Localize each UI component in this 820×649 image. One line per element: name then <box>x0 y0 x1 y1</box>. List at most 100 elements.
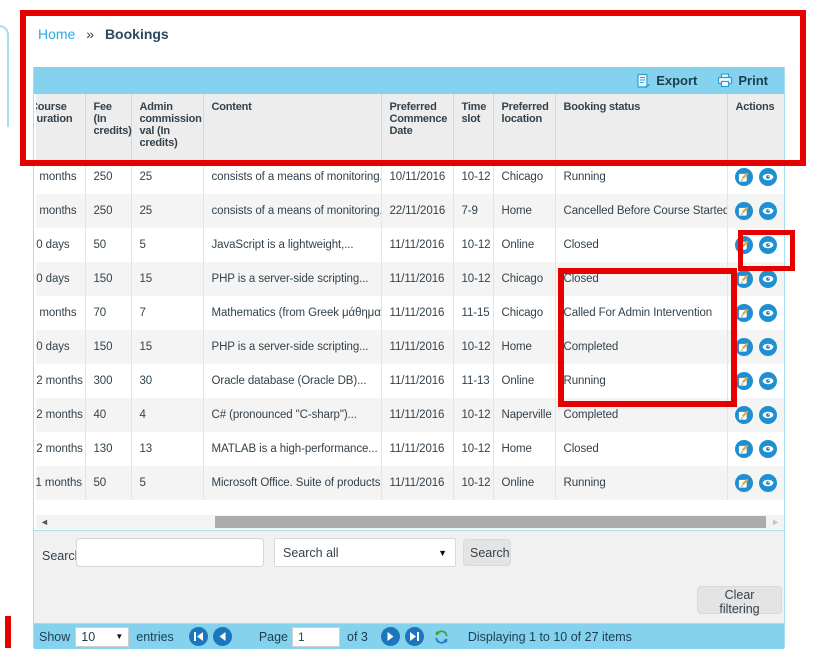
cell-actions <box>727 466 784 500</box>
edit-booking-button[interactable] <box>735 168 753 186</box>
cell-actions <box>727 330 784 364</box>
column-header-actions: Actions <box>727 94 784 160</box>
cell-admin-commission: 15 <box>131 330 203 364</box>
cell-location: Chicago <box>493 160 555 194</box>
breadcrumb-home-link[interactable]: Home <box>38 26 75 42</box>
edit-icon <box>738 172 749 183</box>
edit-booking-button[interactable] <box>735 338 753 356</box>
first-page-button[interactable] <box>189 627 208 646</box>
table-row: 12 months 40 4 C# (pronounced "C-sharp")… <box>36 398 784 432</box>
table-row: 6 months 250 25 consists of a means of m… <box>36 194 784 228</box>
view-booking-button[interactable] <box>759 304 777 322</box>
cell-content: PHP is a server-side scripting... <box>203 330 381 364</box>
cell-actions <box>727 262 784 296</box>
table-body: 6 months 250 25 consists of a means of m… <box>36 160 784 500</box>
view-booking-button[interactable] <box>759 474 777 492</box>
view-booking-button[interactable] <box>759 202 777 220</box>
scrollbar-thumb[interactable] <box>215 516 766 528</box>
print-button[interactable]: Print <box>717 73 768 88</box>
view-booking-button[interactable] <box>759 406 777 424</box>
cell-duration: 6 months <box>36 194 85 228</box>
page-size-select[interactable]: 10 ▼ <box>75 627 129 647</box>
cell-commence-date: 22/11/2016 <box>381 194 453 228</box>
eye-icon <box>762 444 774 454</box>
cell-booking-status: Closed <box>555 262 727 296</box>
cell-commence-date: 11/11/2016 <box>381 466 453 500</box>
scroll-right-arrow-icon[interactable]: ► <box>771 516 780 528</box>
search-filter-select[interactable]: Search all ▼ <box>274 538 456 567</box>
cell-actions <box>727 364 784 398</box>
edit-booking-button[interactable] <box>735 236 753 254</box>
cell-fee: 300 <box>85 364 131 398</box>
export-icon <box>636 73 651 89</box>
edit-booking-button[interactable] <box>735 304 753 322</box>
cell-fee: 150 <box>85 262 131 296</box>
edit-booking-button[interactable] <box>735 202 753 220</box>
edit-booking-button[interactable] <box>735 270 753 288</box>
refresh-icon[interactable] <box>433 629 450 645</box>
cell-actions <box>727 432 784 466</box>
view-booking-button[interactable] <box>759 372 777 390</box>
view-booking-button[interactable] <box>759 338 777 356</box>
cell-actions <box>727 160 784 194</box>
cell-duration: 6 months <box>36 296 85 330</box>
horizontal-scrollbar[interactable]: ◄ ► <box>36 515 784 529</box>
cell-content: JavaScript is a lightweight,... <box>203 228 381 262</box>
entries-label: entries <box>136 630 174 644</box>
edit-booking-button[interactable] <box>735 440 753 458</box>
cell-time-slot: 10-12 <box>453 262 493 296</box>
column-header-commence_date: Preferred Commence Date <box>381 94 453 160</box>
cell-commence-date: 11/11/2016 <box>381 398 453 432</box>
view-booking-button[interactable] <box>759 168 777 186</box>
cell-location: Chicago <box>493 262 555 296</box>
annotation-line-bottom-left <box>5 616 11 648</box>
cell-content: C# (pronounced "C-sharp")... <box>203 398 381 432</box>
cell-time-slot: 10-12 <box>453 432 493 466</box>
clear-filtering-button[interactable]: Clear filtering <box>697 586 782 614</box>
page-number-input[interactable] <box>292 627 340 647</box>
cell-fee: 250 <box>85 194 131 228</box>
cell-time-slot: 10-12 <box>453 160 493 194</box>
previous-page-button[interactable] <box>213 627 232 646</box>
cell-admin-commission: 5 <box>131 228 203 262</box>
cell-time-slot: 10-12 <box>453 330 493 364</box>
breadcrumb-current: Bookings <box>105 26 169 42</box>
show-label: Show <box>39 630 70 644</box>
table-footer-section: Search: Search all ▼ Search Clear filter… <box>34 530 784 648</box>
cell-commence-date: 11/11/2016 <box>381 296 453 330</box>
cell-duration: 90 days <box>36 262 85 296</box>
search-input[interactable] <box>76 538 264 567</box>
next-page-button[interactable] <box>381 627 400 646</box>
last-page-button[interactable] <box>405 627 424 646</box>
edit-booking-button[interactable] <box>735 372 753 390</box>
cell-location: Online <box>493 228 555 262</box>
cell-fee: 40 <box>85 398 131 432</box>
table-row: 11 months 50 5 Microsoft Office. Suite o… <box>36 466 784 500</box>
breadcrumb: Home » Bookings <box>38 26 169 42</box>
export-button[interactable]: Export <box>636 73 697 89</box>
cell-fee: 50 <box>85 466 131 500</box>
table-row: 12 months 130 13 MATLAB is a high-perfor… <box>36 432 784 466</box>
cell-location: Online <box>493 364 555 398</box>
edit-booking-button[interactable] <box>735 406 753 424</box>
view-booking-button[interactable] <box>759 270 777 288</box>
cell-commence-date: 11/11/2016 <box>381 330 453 364</box>
cell-duration: 6 months <box>36 160 85 194</box>
view-booking-button[interactable] <box>759 440 777 458</box>
cell-content: Microsoft Office. Suite of products... <box>203 466 381 500</box>
edit-booking-button[interactable] <box>735 474 753 492</box>
cell-booking-status: Running <box>555 364 727 398</box>
cell-time-slot: 11-13 <box>453 364 493 398</box>
table-row: 12 months 300 30 Oracle database (Oracle… <box>36 364 784 398</box>
view-booking-button[interactable] <box>759 236 777 254</box>
table-toolbar: Export Print <box>34 67 784 94</box>
cell-booking-status: Closed <box>555 228 727 262</box>
edit-icon <box>738 274 749 285</box>
search-button[interactable]: Search <box>463 539 511 566</box>
page-size-value: 10 <box>81 630 95 644</box>
eye-icon <box>762 342 774 352</box>
column-header-fee: Fee (In credits) <box>85 94 131 160</box>
cell-location: Home <box>493 194 555 228</box>
table-row: 90 days 150 15 PHP is a server-side scri… <box>36 330 784 364</box>
scroll-left-arrow-icon[interactable]: ◄ <box>40 516 49 528</box>
